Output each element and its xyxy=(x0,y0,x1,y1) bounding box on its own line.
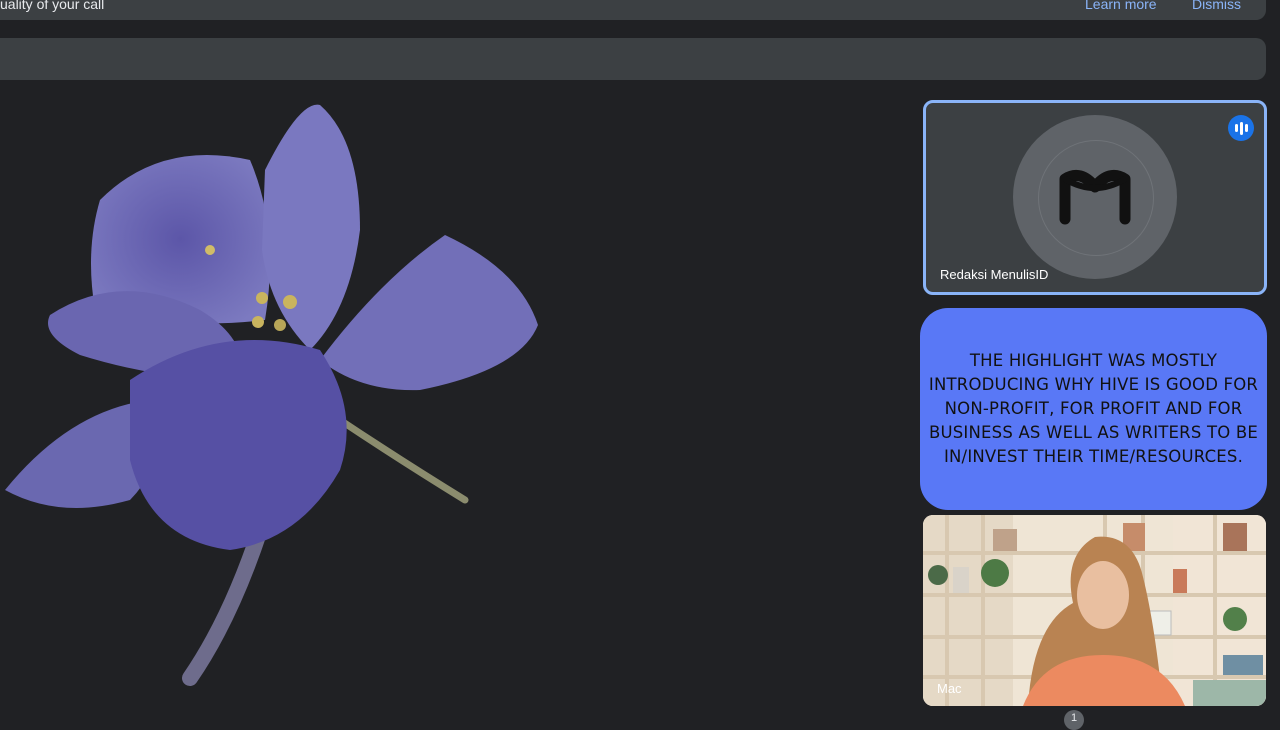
notification-banner xyxy=(0,0,1266,20)
caption-text: THE HIGHLIGHT WAS MOSTLY INTRODUCING WHY… xyxy=(928,351,1259,466)
menulis-logo-icon xyxy=(1059,169,1131,225)
dismiss-link[interactable]: Dismiss xyxy=(1192,0,1241,12)
avatar xyxy=(1013,115,1177,279)
participant-tile-active[interactable]: Redaksi MenulisID xyxy=(923,100,1267,295)
participant-name: Mac xyxy=(937,681,962,696)
participant-name: Redaksi MenulisID xyxy=(940,267,1049,282)
presentation-stage xyxy=(0,80,910,720)
participant-tile-video[interactable]: Mac xyxy=(923,515,1266,706)
page-indicator[interactable]: 1 xyxy=(1064,710,1084,730)
flower-image xyxy=(5,104,538,686)
learn-more-link[interactable]: Learn more xyxy=(1085,0,1157,12)
banner-message: uality of your call xyxy=(0,0,105,12)
speaking-indicator-icon xyxy=(1228,115,1254,141)
presentation-bar xyxy=(0,38,1266,80)
highlight-caption-card: THE HIGHLIGHT WAS MOSTLY INTRODUCING WHY… xyxy=(920,308,1267,510)
participant-video xyxy=(923,515,1266,706)
